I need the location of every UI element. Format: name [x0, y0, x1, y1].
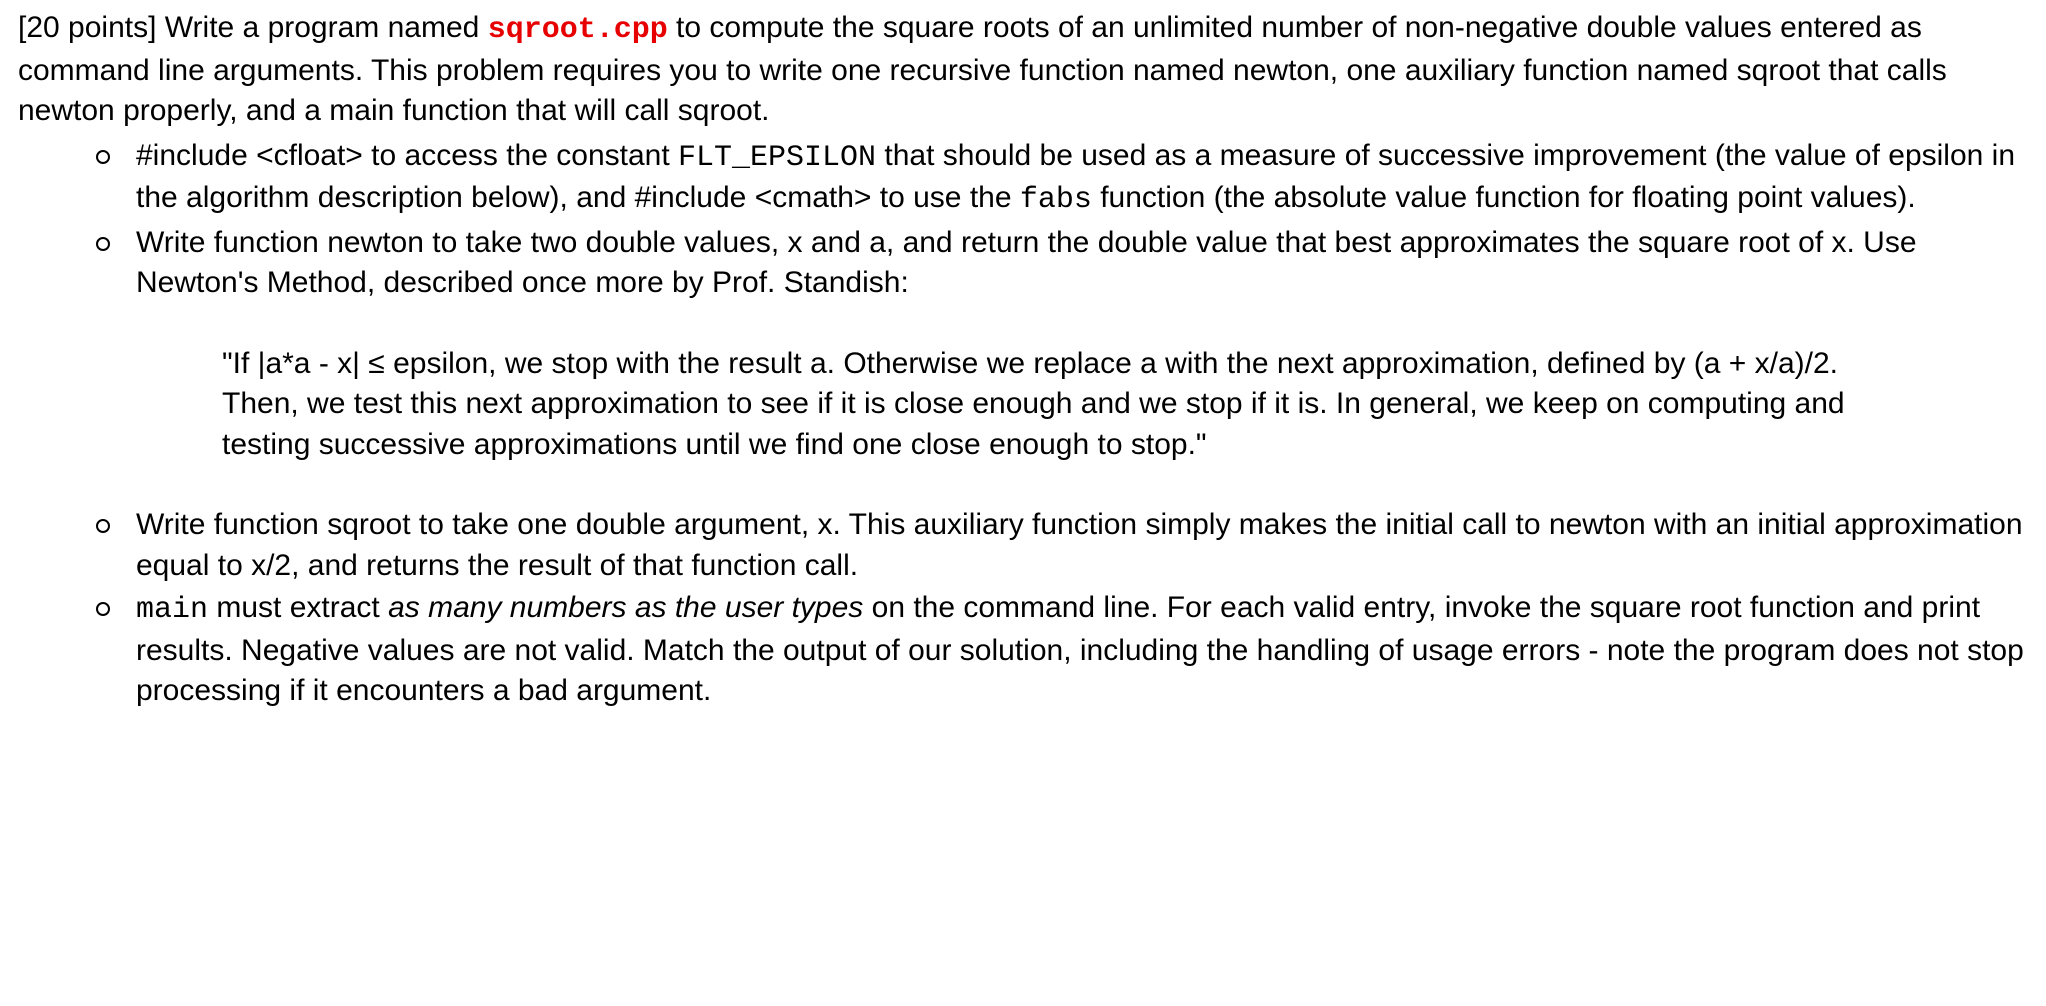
b4-text-1: must extract [208, 591, 388, 624]
b4-italic: as many numbers as the user types [388, 591, 863, 624]
b3-text-1: Write function sqroot to take one double… [136, 508, 2023, 582]
newton-quote: "If |a*a - x| ≤ epsilon, we stop with th… [136, 344, 2028, 466]
points-label: [20 points] [18, 11, 156, 44]
b1-code-2: fabs [1020, 183, 1092, 217]
bullet-include: #include <cfloat> to access the constant… [96, 136, 2028, 221]
filename-code: sqroot.cpp [488, 13, 668, 47]
bullet-main: main must extract as many numbers as the… [96, 588, 2028, 712]
bullet-sqroot: Write function sqroot to take one double… [96, 505, 2028, 586]
b1-text-1: #include <cfloat> to access the constant [136, 139, 678, 172]
problem-intro: [20 points] Write a program named sqroot… [18, 8, 2028, 132]
bullet-newton: Write function newton to take two double… [96, 223, 2028, 466]
b1-code-1: FLT_EPSILON [678, 141, 876, 175]
b1-text-3: function (the absolute value function fo… [1092, 181, 1916, 214]
bullet-list: #include <cfloat> to access the constant… [18, 136, 2028, 712]
b2-text-1: Write function newton to take two double… [136, 226, 1917, 300]
b4-code-1: main [136, 593, 208, 627]
intro-text-1: Write a program named [156, 11, 487, 44]
